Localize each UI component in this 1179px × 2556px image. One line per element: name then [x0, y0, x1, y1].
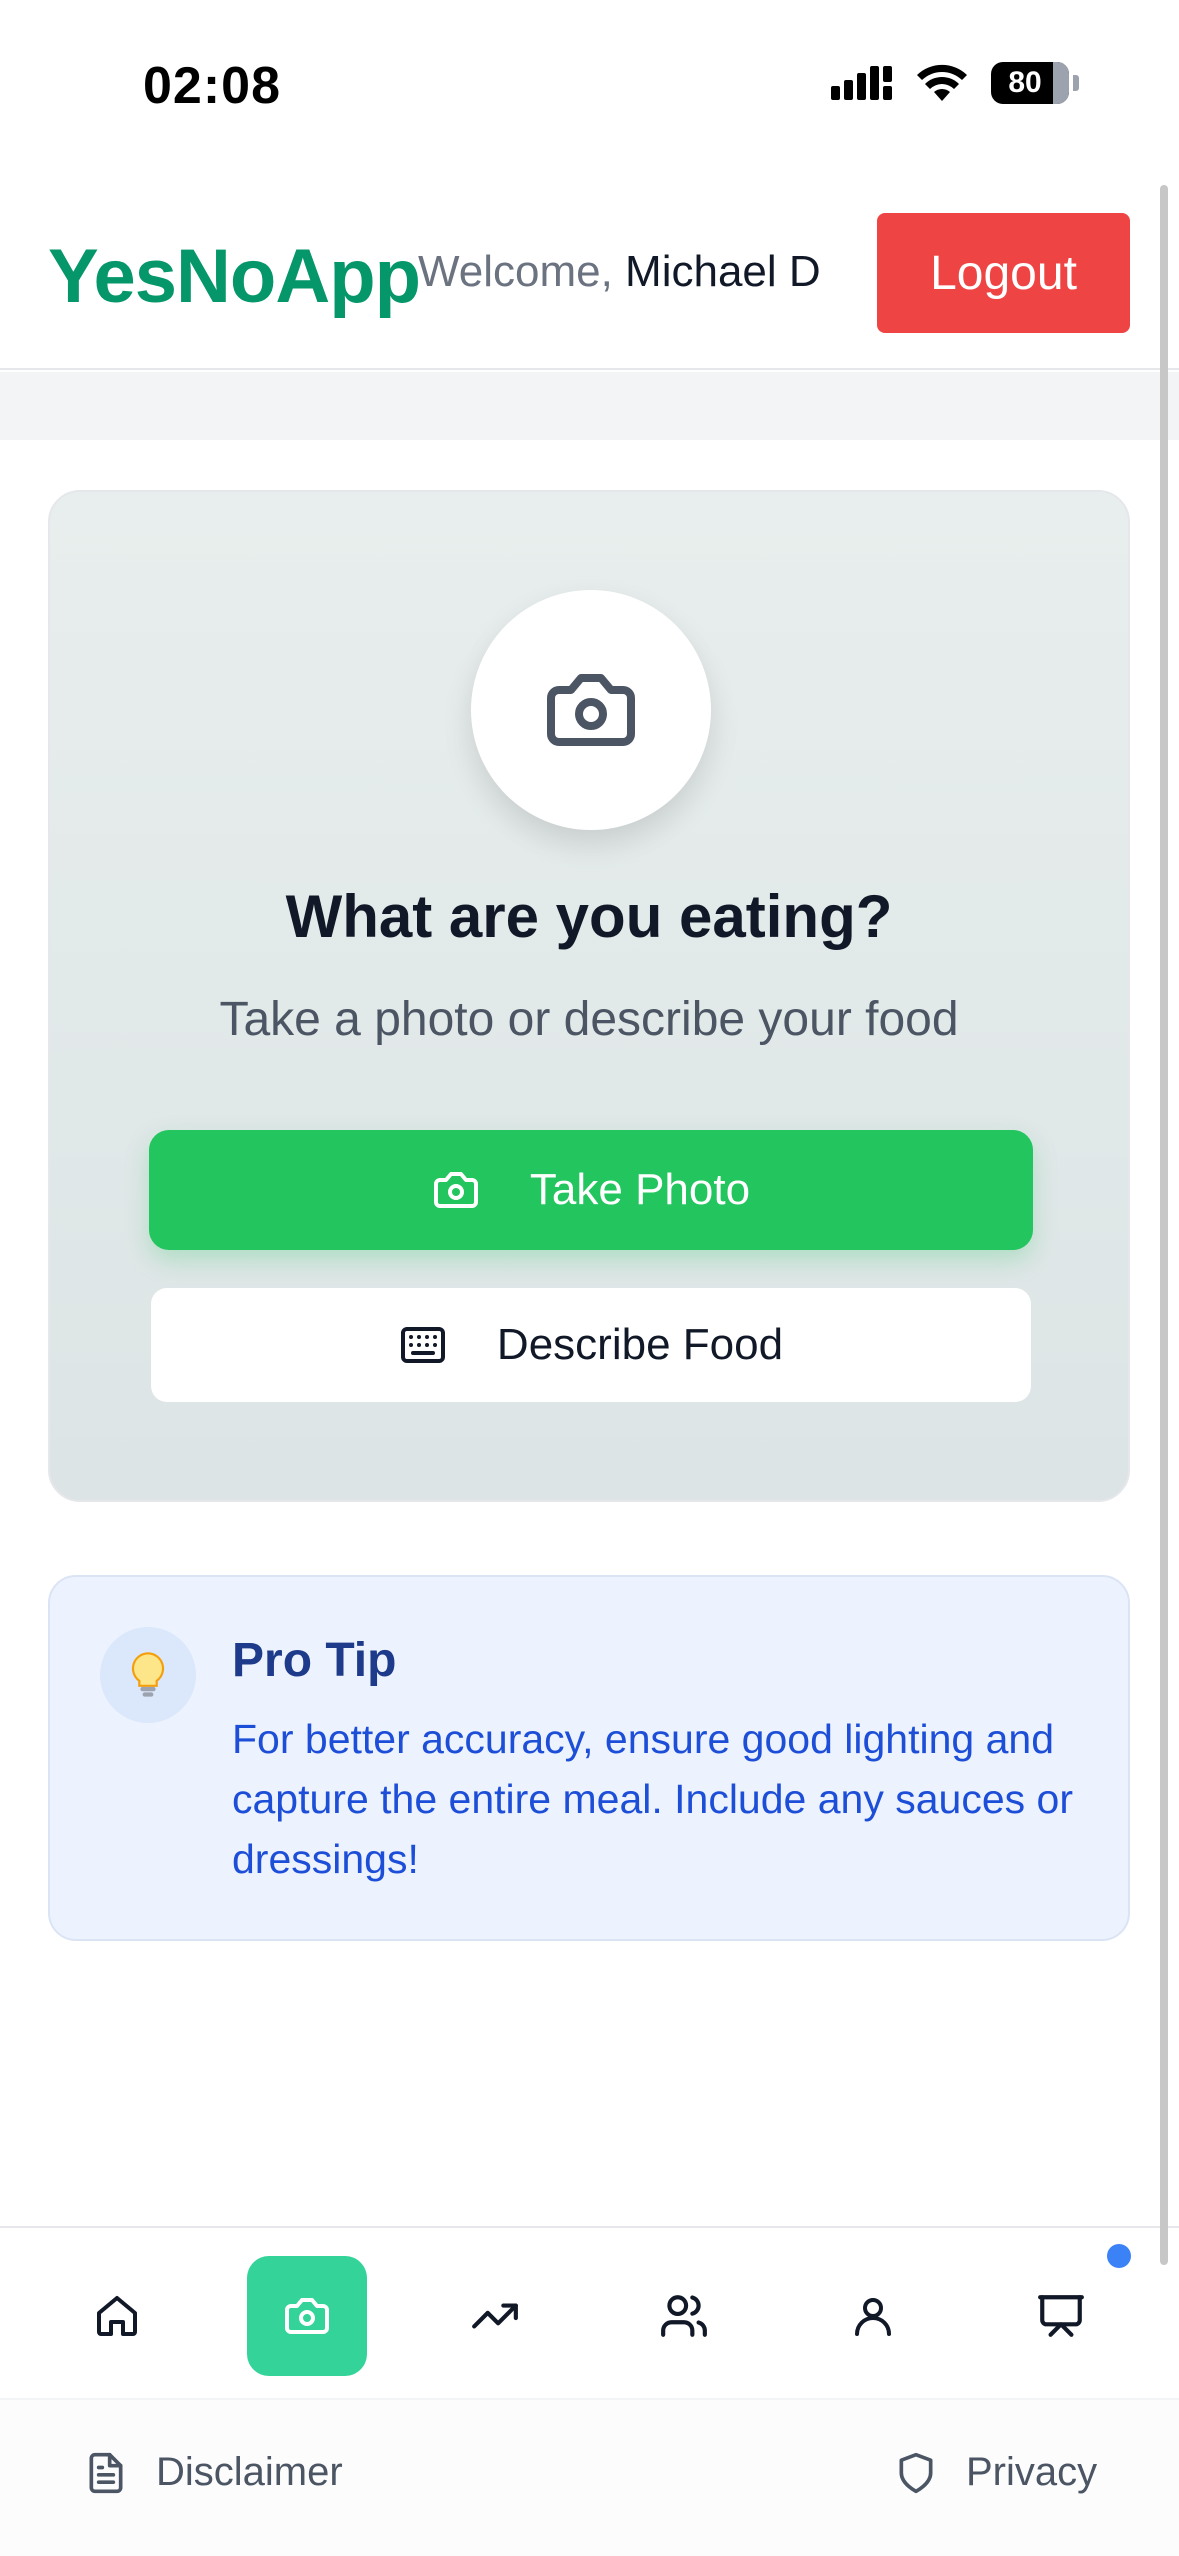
bottom-nav: [0, 2226, 1179, 2398]
card-title: What are you eating?: [285, 883, 893, 950]
tip-title: Pro Tip: [232, 1634, 397, 1687]
take-photo-button[interactable]: Take Photo: [149, 1130, 1033, 1250]
battery-cap: [1073, 75, 1079, 91]
header-divider-band: [0, 372, 1179, 440]
app-screen: 02:08 80 YesNoApp Welcome, Michael D Log…: [0, 0, 1179, 2556]
card-subtitle: Take a photo or describe your food: [219, 993, 959, 1046]
keyboard-icon: [400, 1327, 445, 1363]
camera-circle: [471, 590, 711, 830]
status-icons: 80: [831, 62, 1079, 104]
app-header: YesNoApp Welcome, Michael D Logout: [0, 175, 1179, 370]
tip-text: For better accuracy, ensure good lightin…: [232, 1716, 1073, 1882]
disclaimer-label: Disclaimer: [156, 2450, 343, 2494]
notification-dot: [1107, 2244, 1131, 2268]
describe-food-button[interactable]: Describe Food: [151, 1288, 1031, 1402]
privacy-label: Privacy: [966, 2450, 1098, 2494]
disclaimer-link[interactable]: Disclaimer: [84, 2450, 343, 2495]
camera-icon: [433, 1172, 478, 1208]
footer: Disclaimer Privacy: [0, 2398, 1179, 2556]
document-icon: [89, 2452, 123, 2493]
camera-icon: [547, 674, 635, 746]
wifi-icon: [917, 64, 967, 101]
scrollbar[interactable]: [1160, 185, 1168, 2265]
nav-camera[interactable]: [247, 2256, 367, 2376]
take-photo-label: Take Photo: [529, 1165, 751, 1214]
home-icon: [97, 2296, 137, 2336]
shield-icon: [899, 2452, 933, 2493]
nav-profile[interactable]: [813, 2256, 933, 2376]
status-bar: 02:08 80: [0, 0, 1179, 175]
privacy-link[interactable]: Privacy: [894, 2450, 1097, 2495]
trending-up-icon: [472, 2303, 518, 2329]
cellular-signal-icon: [831, 66, 892, 100]
camera-icon: [285, 2298, 329, 2334]
nav-home[interactable]: [57, 2256, 177, 2376]
brand-logo[interactable]: YesNoApp: [48, 233, 421, 320]
pro-tip-card: Pro Tip For better accuracy, ensure good…: [48, 1575, 1130, 1941]
welcome-message: Welcome, Michael D: [418, 247, 821, 297]
food-capture-card: What are you eating? Take a photo or des…: [48, 490, 1130, 1502]
nav-presentation[interactable]: [1001, 2256, 1121, 2376]
user-name: Michael D: [625, 247, 821, 296]
nav-community[interactable]: [624, 2256, 744, 2376]
lightbulb-icon: [100, 1627, 196, 1723]
user-icon: [855, 2298, 891, 2336]
describe-food-label: Describe Food: [496, 1320, 784, 1369]
status-time: 02:08: [143, 57, 281, 115]
presentation-icon: [1038, 2295, 1084, 2337]
battery-icon: 80: [991, 62, 1069, 104]
welcome-label: Welcome,: [418, 247, 613, 296]
logout-button[interactable]: Logout: [877, 213, 1130, 333]
nav-progress[interactable]: [435, 2256, 555, 2376]
users-icon: [661, 2295, 707, 2337]
battery-level: 80: [1008, 66, 1042, 99]
